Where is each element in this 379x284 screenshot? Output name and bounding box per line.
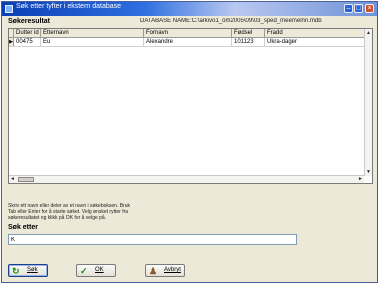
minimize-button[interactable]: –	[344, 4, 353, 13]
cancel-icon: ♟	[149, 266, 158, 276]
scroll-left-arrow-icon[interactable]: ◄	[9, 176, 16, 183]
horizontal-scrollbar[interactable]: ◄ ►	[9, 175, 364, 183]
scroll-up-arrow-icon[interactable]: ▲	[365, 29, 372, 37]
close-button[interactable]: ×	[365, 4, 374, 13]
checkmark-icon: ✓	[80, 266, 88, 276]
cell-etternavn[interactable]: Eu	[41, 38, 144, 46]
search-input[interactable]	[8, 234, 297, 245]
vertical-scrollbar[interactable]: ▲ ▼	[364, 29, 372, 176]
results-label: Søkeresultat	[8, 18, 51, 25]
column-header-fradd[interactable]: Fradd	[265, 29, 365, 37]
ok-button[interactable]: ✓ OK	[76, 264, 116, 277]
column-header-dutter-id[interactable]: Dutter id	[14, 29, 41, 37]
cell-dutter-id[interactable]: 00475	[14, 38, 41, 46]
results-grid[interactable]: Dutter id Etternavn Fornavn Fødsel Fradd…	[8, 28, 373, 184]
search-dialog-window: Søk etter tyfter i ekstern database – □ …	[1, 1, 378, 283]
search-label: Søk etter	[8, 224, 38, 231]
column-header-fodsel[interactable]: Fødsel	[232, 29, 265, 37]
cell-fornavn[interactable]: Alexandre	[144, 38, 232, 46]
column-header-etternavn[interactable]: Etternavn	[41, 29, 144, 37]
ok-button-label: OK	[95, 267, 104, 273]
window-title: Søk etter tyfter i ekstern database	[16, 3, 122, 10]
horizontal-scroll-thumb[interactable]	[18, 177, 34, 182]
cancel-button-label: Avbryt	[164, 267, 181, 273]
grid-header: Dutter id Etternavn Fornavn Fødsel Fradd	[9, 29, 372, 38]
search-button[interactable]: ↻ Søk	[8, 264, 48, 277]
maximize-button[interactable]: □	[354, 4, 363, 13]
scroll-right-arrow-icon[interactable]: ►	[357, 176, 364, 183]
cell-fodsel[interactable]: 101123	[232, 38, 265, 46]
database-path: DATABASE NAME:C:\arkivo1_om2005\09\03_sp…	[140, 18, 322, 24]
cancel-button[interactable]: ♟ Avbryt	[145, 264, 185, 277]
title-bar[interactable]: Søk etter tyfter i ekstern database – □ …	[2, 2, 377, 16]
column-header-fornavn[interactable]: Fornavn	[144, 29, 232, 37]
refresh-icon: ↻	[12, 266, 20, 276]
cell-fradd[interactable]: Ukra-dager	[265, 38, 365, 46]
instructions-text: Skriv ett navn eller deler av et navn i …	[8, 203, 198, 221]
app-icon	[5, 5, 13, 13]
table-row[interactable]: ▶ 00475 Eu Alexandre 101123 Ukra-dager	[9, 38, 372, 47]
search-button-label: Søk	[27, 267, 38, 273]
instructions-line-3: søkeresultatet og klikk på OK for å velg…	[8, 215, 107, 221]
scroll-down-arrow-icon[interactable]: ▼	[365, 168, 372, 176]
